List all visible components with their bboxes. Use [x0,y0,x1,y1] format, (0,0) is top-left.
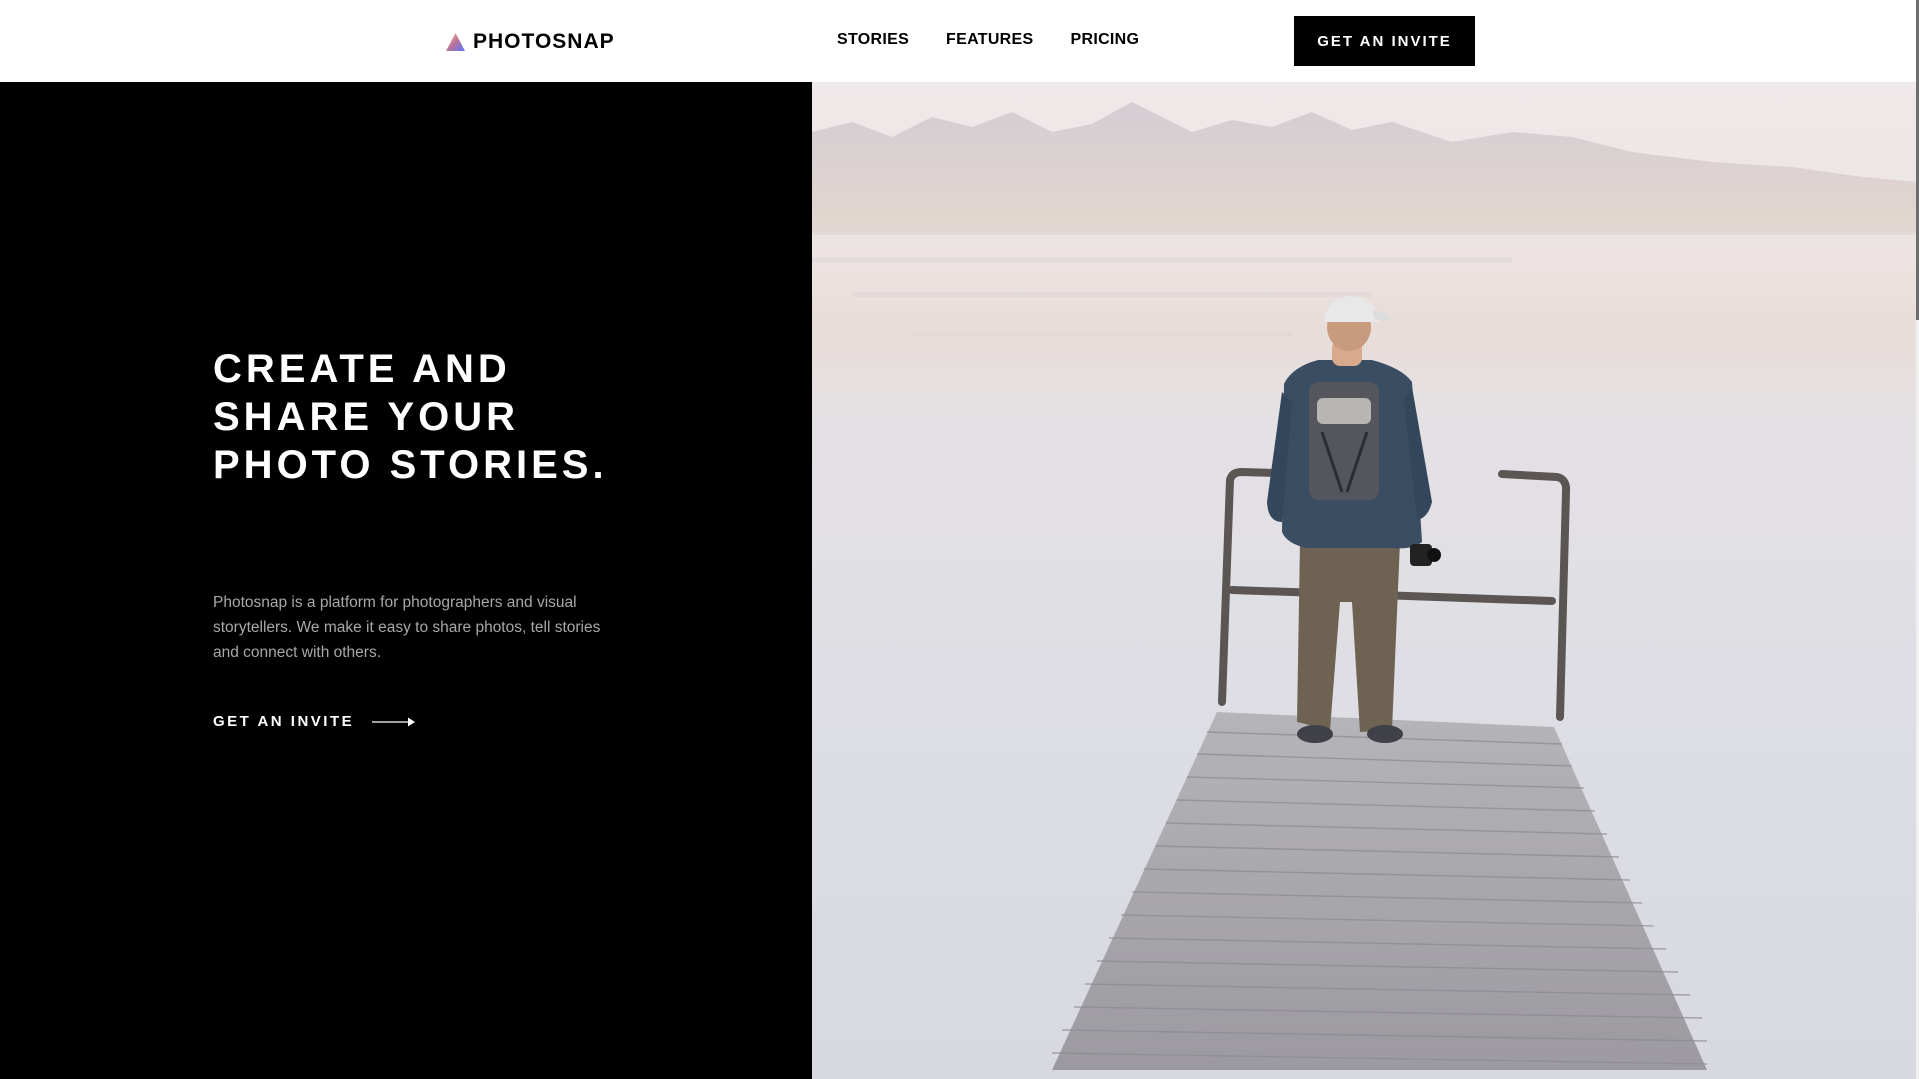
hero-description: Photosnap is a platform for photographer… [213,594,601,661]
hero-text-panel [0,82,812,1079]
triangle-logo-icon [446,33,465,51]
get-invite-button[interactable]: GET AN INVITE [1294,16,1475,66]
hero-title: CREATE AND SHARE YOUR PHOTO STORIES. [213,345,643,489]
hero-image [812,82,1919,1079]
logo[interactable]: PHOTOSNAP [446,30,615,54]
logo-text: PHOTOSNAP [473,30,615,53]
hero-title-line: SHARE YOUR [213,395,519,439]
hero-invite-link[interactable]: GET AN INVITE [213,713,416,730]
hero-title-line: CREATE AND [213,347,511,391]
photographer-on-pier-image [812,82,1919,1079]
nav-item-pricing[interactable]: PRICING [1071,31,1140,49]
hero-title-line: PHOTO STORIES. [213,443,608,487]
nav-item-stories[interactable]: STORIES [837,31,909,49]
arrow-right-icon [372,717,416,726]
hero-invite-link-label: GET AN INVITE [213,713,355,730]
nav-item-features[interactable]: FEATURES [946,31,1033,49]
main-nav: STORIES FEATURES PRICING [837,31,1139,49]
site-header: PHOTOSNAP STORIES FEATURES PRICING GET A… [0,0,1919,82]
page: PHOTOSNAP STORIES FEATURES PRICING GET A… [0,0,1919,1079]
